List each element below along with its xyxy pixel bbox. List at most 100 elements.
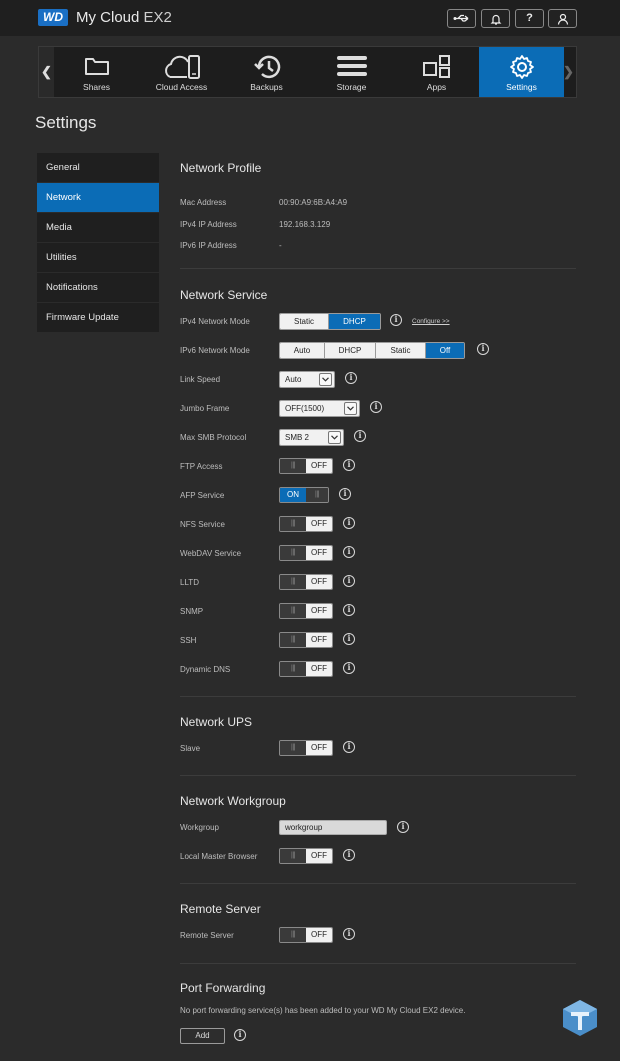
ups-slave-label: Slave	[180, 744, 201, 753]
toggle-state: OFF	[306, 575, 332, 589]
ipv6-mode-selector: Auto DHCP Static Off	[279, 342, 465, 359]
ups-slave-toggle[interactable]: ||| OFF	[279, 740, 333, 756]
toggle-state: OFF	[306, 633, 332, 647]
lltd-toggle[interactable]: ||| OFF	[279, 574, 333, 590]
max-smb-info-icon[interactable]: i	[354, 430, 366, 442]
nav-storage-label: Storage	[336, 82, 367, 92]
ipv4-mode-selector: Static DHCP	[279, 313, 381, 330]
folder-icon	[84, 58, 109, 75]
workgroup-info-icon[interactable]: i	[397, 821, 409, 833]
ipv6-mode-label: IPv6 Network Mode	[180, 346, 250, 355]
link-speed-value: Auto	[285, 375, 302, 384]
nav-apps[interactable]: Apps	[394, 47, 479, 97]
ipv6-mode-auto[interactable]: Auto	[280, 343, 325, 358]
ipv4-mode-info-icon[interactable]: i	[390, 314, 402, 326]
toggle-grip: |||	[280, 633, 306, 647]
ipv6-mode-dhcp[interactable]: DHCP	[325, 343, 376, 358]
afp-service-info-icon[interactable]: i	[339, 488, 351, 500]
ftp-access-info-icon[interactable]: i	[343, 459, 355, 471]
nav-next-button[interactable]: ❯	[561, 47, 576, 97]
page-title: Settings	[35, 113, 97, 132]
local-master-browser-toggle[interactable]: ||| OFF	[279, 848, 333, 864]
remote-server-toggle[interactable]: ||| OFF	[279, 927, 333, 943]
toggle-state: OFF	[306, 662, 332, 676]
dynamic-dns-toggle[interactable]: ||| OFF	[279, 661, 333, 677]
toggle-state: OFF	[306, 546, 332, 560]
gear-icon	[509, 55, 534, 79]
nav-shares[interactable]: Shares	[54, 47, 139, 97]
afp-service-toggle[interactable]: ON |||	[279, 487, 329, 503]
network-ups-title: Network UPS	[180, 715, 253, 729]
nav-prev-button[interactable]: ❮	[39, 47, 54, 97]
afp-service-label: AFP Service	[180, 491, 225, 500]
max-smb-select[interactable]: SMB 2	[279, 429, 344, 446]
sidebar-item-general[interactable]: General	[37, 153, 159, 182]
link-speed-select[interactable]: Auto	[279, 371, 335, 388]
main-nav: ❮ Shares Cloud Access Backups Storage Ap…	[38, 46, 577, 98]
ipv6-mode-off[interactable]: Off	[426, 343, 464, 358]
ipv6-mode-info-icon[interactable]: i	[477, 343, 489, 355]
ipv6-address-value: -	[279, 241, 282, 250]
lltd-info-icon[interactable]: i	[343, 575, 355, 587]
user-button[interactable]	[548, 9, 577, 28]
remote-server-info-icon[interactable]: i	[343, 928, 355, 940]
local-master-browser-info-icon[interactable]: i	[343, 849, 355, 861]
sidebar-item-network[interactable]: Network	[37, 183, 159, 212]
toggle-grip: |||	[280, 459, 306, 473]
ipv6-mode-static[interactable]: Static	[376, 343, 426, 358]
divider	[180, 268, 576, 269]
nav-settings-label: Settings	[506, 82, 537, 92]
toggle-state: OFF	[306, 517, 332, 531]
nfs-service-toggle[interactable]: ||| OFF	[279, 516, 333, 532]
toggle-state: OFF	[306, 741, 332, 755]
webdav-service-label: WebDAV Service	[180, 549, 242, 558]
brand-name: My Cloud	[76, 9, 140, 26]
divider	[180, 696, 576, 697]
alerts-button[interactable]	[481, 9, 510, 28]
nfs-service-label: NFS Service	[180, 520, 225, 529]
ssh-info-icon[interactable]: i	[343, 633, 355, 645]
snmp-label: SNMP	[180, 607, 204, 616]
settings-sidebar: General Network Media Utilities Notifica…	[37, 153, 159, 333]
usb-icon	[453, 14, 468, 22]
ftp-access-toggle[interactable]: ||| OFF	[279, 458, 333, 474]
help-icon: ?	[526, 12, 533, 24]
ftp-access-label: FTP Access	[180, 462, 223, 471]
ipv4-mode-static[interactable]: Static	[280, 314, 329, 329]
ups-slave-info-icon[interactable]: i	[343, 741, 355, 753]
apps-icon	[422, 55, 450, 78]
workgroup-label: Workgroup	[180, 823, 219, 832]
nav-settings[interactable]: Settings	[479, 47, 564, 97]
snmp-info-icon[interactable]: i	[343, 604, 355, 616]
sidebar-item-utilities[interactable]: Utilities	[37, 243, 159, 272]
sidebar-item-media[interactable]: Media	[37, 213, 159, 242]
dynamic-dns-info-icon[interactable]: i	[343, 662, 355, 674]
bell-icon	[490, 14, 501, 25]
nfs-service-info-icon[interactable]: i	[343, 517, 355, 529]
port-forwarding-info-icon[interactable]: i	[234, 1029, 246, 1041]
history-icon	[253, 55, 280, 79]
ipv4-mode-dhcp[interactable]: DHCP	[329, 314, 380, 329]
snmp-toggle[interactable]: ||| OFF	[279, 603, 333, 619]
mac-address-label: Mac Address	[180, 198, 227, 207]
ssh-toggle[interactable]: ||| OFF	[279, 632, 333, 648]
jumbo-frame-select[interactable]: OFF(1500)	[279, 400, 360, 417]
usb-button[interactable]	[447, 9, 476, 28]
nav-cloud-access[interactable]: Cloud Access	[139, 47, 224, 97]
remote-server-label: Remote Server	[180, 931, 234, 940]
link-speed-info-icon[interactable]: i	[345, 372, 357, 384]
add-port-forwarding-button[interactable]: Add	[180, 1028, 225, 1044]
workgroup-input[interactable]: workgroup	[279, 820, 387, 835]
sidebar-item-firmware-update[interactable]: Firmware Update	[37, 303, 159, 332]
nav-shares-label: Shares	[83, 82, 110, 92]
sidebar-item-notifications[interactable]: Notifications	[37, 273, 159, 302]
configure-link[interactable]: Configure >>	[412, 318, 450, 325]
max-smb-value: SMB 2	[285, 433, 310, 442]
nav-backups[interactable]: Backups	[224, 47, 309, 97]
nav-storage[interactable]: Storage	[309, 47, 394, 97]
webdav-service-toggle[interactable]: ||| OFF	[279, 545, 333, 561]
jumbo-frame-info-icon[interactable]: i	[370, 401, 382, 413]
divider	[180, 963, 576, 964]
help-button[interactable]: ?	[515, 9, 544, 28]
webdav-service-info-icon[interactable]: i	[343, 546, 355, 558]
